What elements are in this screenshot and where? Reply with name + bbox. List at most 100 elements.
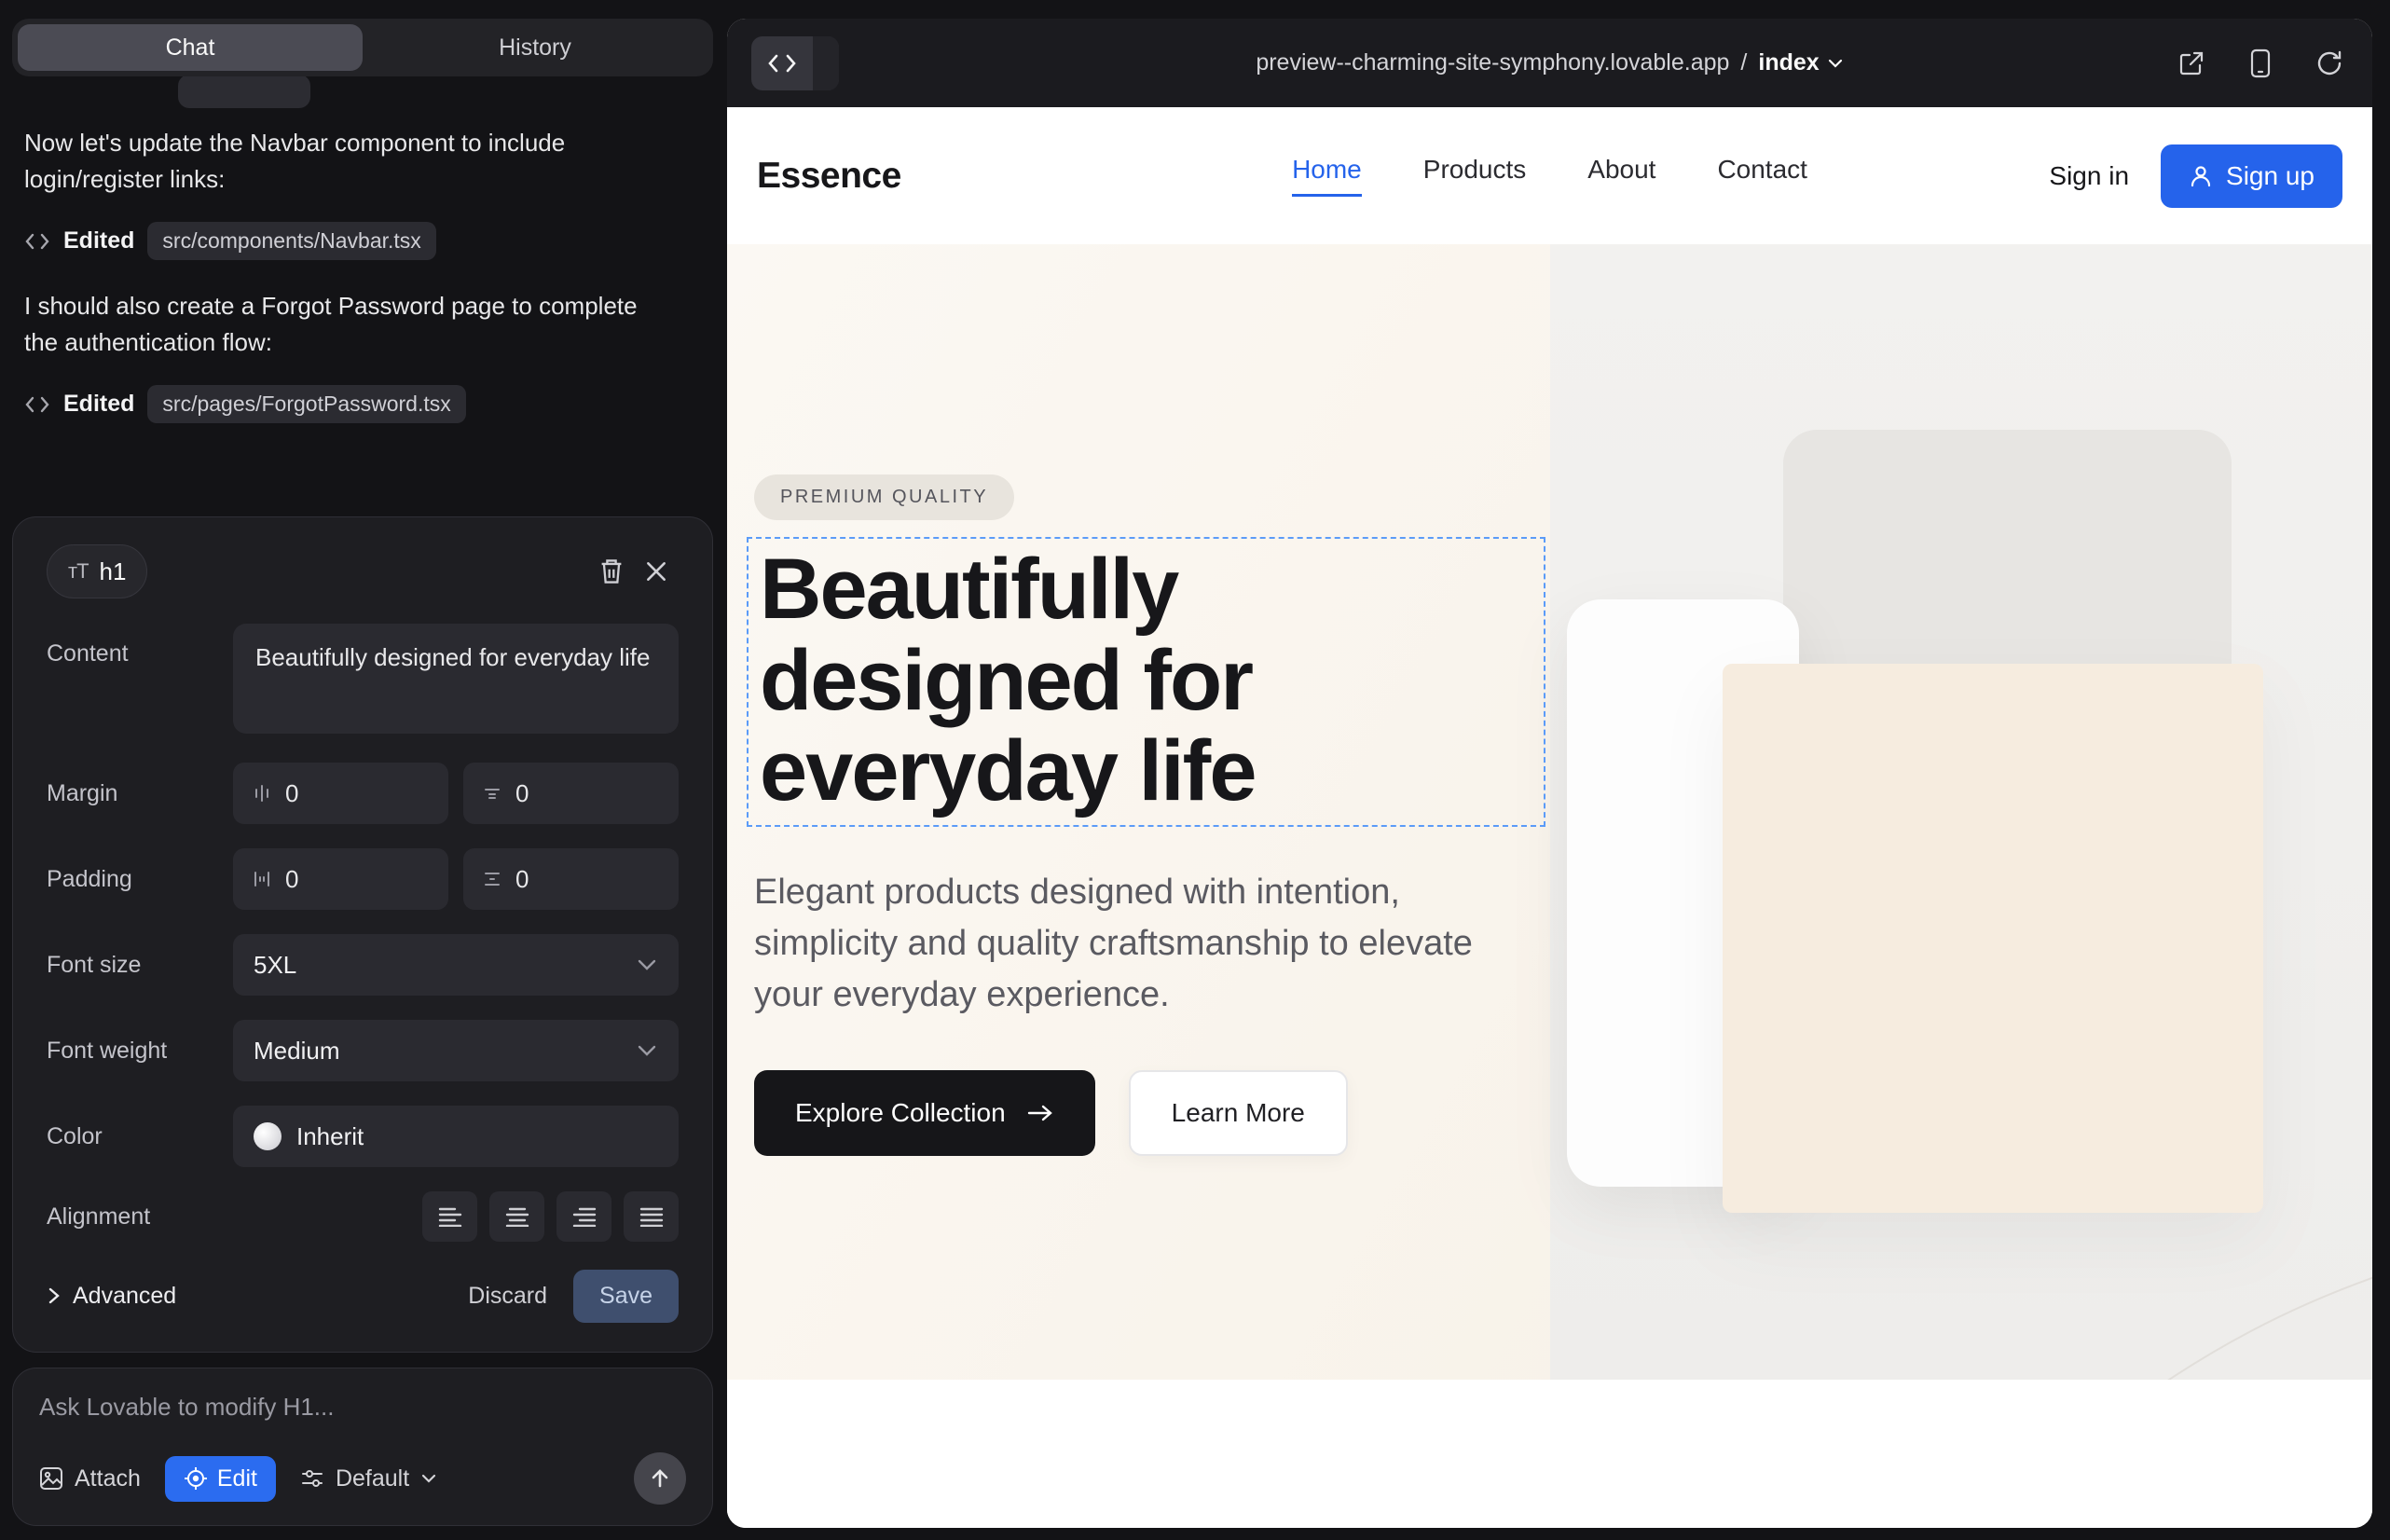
padding-label: Padding [47,866,233,893]
preview-url[interactable]: preview--charming-site-symphony.lovable.… [1256,49,1729,76]
open-in-new-tab-button[interactable] [2173,45,2210,82]
font-size-row: Font size 5XL [47,934,679,996]
nav-link-products[interactable]: Products [1423,155,1527,197]
url-bar: preview--charming-site-symphony.lovable.… [727,49,2372,76]
align-left-button[interactable] [422,1191,477,1242]
delete-element-button[interactable] [589,549,634,594]
send-button[interactable] [634,1452,686,1505]
padding-row: Padding [47,848,679,910]
code-icon [24,231,50,252]
edit-mode-button[interactable]: Edit [165,1456,276,1502]
panel-tabs: Chat History [12,19,713,76]
content-input[interactable]: Beautifully designed for everyday life [233,624,679,734]
composer-toolbar: Attach Edit Default [39,1452,686,1505]
composer-input[interactable] [39,1393,686,1422]
explore-collection-button[interactable]: Explore Collection [754,1070,1095,1156]
code-icon [766,52,798,75]
color-row: Color Inherit [47,1106,679,1167]
edited-file-row: Edited src/components/Navbar.tsx [24,222,701,260]
nav-link-contact[interactable]: Contact [1717,155,1807,197]
code-toggle-segment[interactable] [813,36,839,90]
margin-y-icon [482,783,502,804]
page-selector[interactable]: index [1758,49,1843,76]
arrow-right-icon [1026,1103,1054,1123]
padding-y-field[interactable] [463,848,679,910]
tabbar-wrap: Chat History [12,19,713,76]
color-label: Color [47,1123,233,1150]
edited-file-chip[interactable]: src/components/Navbar.tsx [147,222,435,260]
decor-shape-cream [1723,664,2263,1213]
advanced-toggle[interactable]: Advanced [47,1283,176,1310]
nav-link-about[interactable]: About [1587,155,1655,197]
content-row: Content Beautifully designed for everyda… [47,624,679,738]
align-right-icon [571,1206,598,1227]
align-right-button[interactable] [556,1191,611,1242]
default-label: Default [336,1465,409,1492]
margin-x-field[interactable] [233,763,448,824]
sign-up-button[interactable]: Sign up [2161,144,2342,208]
text-size-icon: тT [68,559,89,584]
assistant-message: Now let's update the Navbar component to… [24,125,677,198]
assistant-message: I should also create a Forgot Password p… [24,288,677,361]
edit-label: Edit [217,1465,257,1492]
align-justify-button[interactable] [624,1191,679,1242]
hero-section: PREMIUM QUALITY Beautifully designed for… [727,244,2372,1380]
preview-toolbar: preview--charming-site-symphony.lovable.… [727,19,2372,107]
padding-x-field[interactable] [233,848,448,910]
margin-y-field[interactable] [463,763,679,824]
padding-x-input[interactable] [285,865,341,894]
edited-label: Edited [63,391,134,418]
chevron-down-icon [636,1043,658,1058]
tab-chat[interactable]: Chat [18,24,363,71]
margin-row: Margin [47,763,679,824]
element-editor-panel: тT h1 Content Beautifully designed for e… [12,516,713,1353]
align-center-icon [504,1206,530,1227]
padding-y-input[interactable] [515,865,571,894]
font-weight-label: Font weight [47,1038,233,1065]
padding-y-icon [482,869,502,889]
alignment-label: Alignment [47,1203,233,1231]
trash-icon [598,557,625,585]
font-weight-row: Font weight Medium [47,1020,679,1081]
learn-more-button[interactable]: Learn More [1129,1070,1348,1156]
close-editor-button[interactable] [634,549,679,594]
margin-x-input[interactable] [285,779,341,808]
discard-button[interactable]: Discard [468,1283,547,1310]
selected-element-pill[interactable]: тT h1 [47,544,147,598]
chevron-down-icon [636,957,658,972]
edited-file-chip[interactable]: src/pages/ForgotPassword.tsx [147,385,465,423]
hero-subtext: Elegant products designed with intention… [754,867,1500,1021]
alignment-row: Alignment [47,1191,679,1242]
editor-header: тT h1 [47,543,679,599]
save-button[interactable]: Save [573,1270,679,1323]
color-select[interactable]: Inherit [233,1106,679,1167]
tab-history[interactable]: History [363,24,707,71]
model-default-button[interactable]: Default [300,1465,437,1492]
arrow-up-icon [648,1466,672,1491]
device-preview-button[interactable] [2242,45,2279,82]
advanced-label: Advanced [73,1283,176,1310]
hero-headline[interactable]: Beautifully designed for everyday life [760,544,1532,818]
align-justify-icon [639,1206,665,1227]
chevron-down-icon [420,1473,437,1484]
code-icon [24,394,50,415]
sign-in-button[interactable]: Sign in [2049,161,2129,191]
attach-button[interactable]: Attach [39,1465,141,1492]
site-lower-area [727,1380,2372,1528]
user-icon [2189,164,2213,188]
site-brand[interactable]: Essence [757,156,901,197]
refresh-button[interactable] [2311,45,2348,82]
font-size-select[interactable]: 5XL [233,934,679,996]
refresh-icon [2315,49,2343,77]
padding-x-icon [252,869,272,889]
cta-primary-label: Explore Collection [795,1098,1006,1128]
color-swatch [254,1122,282,1150]
font-weight-select[interactable]: Medium [233,1020,679,1081]
nav-link-home[interactable]: Home [1292,155,1362,197]
align-center-button[interactable] [489,1191,544,1242]
target-icon [184,1466,208,1491]
selected-h1-outline[interactable]: Beautifully designed for everyday life [747,537,1545,827]
code-view-toggle[interactable] [751,36,839,90]
margin-y-input[interactable] [515,779,571,808]
margin-x-icon [252,783,272,804]
